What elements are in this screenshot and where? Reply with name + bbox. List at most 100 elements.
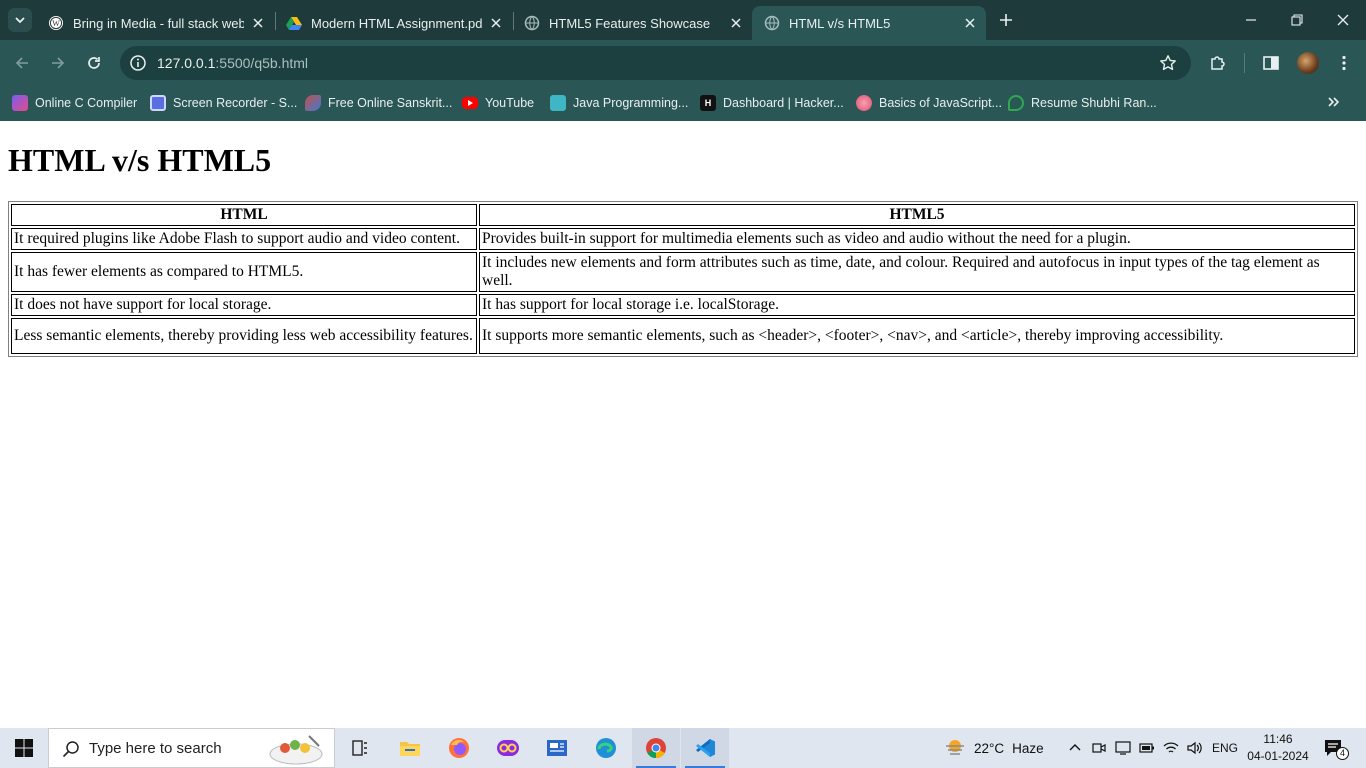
windows-start-icon[interactable] [14,738,34,758]
close-icon[interactable] [250,15,266,31]
restore-button[interactable] [1287,10,1307,30]
vscode-icon [696,739,715,757]
notification-center-button[interactable]: 4 [1324,738,1349,760]
reload-icon [88,57,100,69]
java-icon [550,95,566,111]
chrome-icon [646,738,666,759]
browser-toolbar: 127.0.0.1:5500/q5b.html [0,40,1366,86]
copilot-app-button[interactable] [484,728,532,768]
bookmark-online-c-compiler[interactable]: Online C Compiler [12,93,137,113]
more-bookmarks-button[interactable] [1324,92,1344,112]
screen-recorder-icon [150,95,166,111]
chrome-button[interactable] [632,728,680,768]
tab-search-button[interactable] [8,8,32,32]
task-view-icon [352,740,367,756]
table-cell: It supports more semantic elements, such… [479,318,1355,354]
bookmark-label: YouTube [485,96,535,110]
page-title: HTML v/s HTML5 [8,142,272,178]
notification-count: 4 [1336,747,1349,760]
table-cell: It has fewer elements as compared to HTM… [11,252,477,292]
file-explorer-button[interactable] [386,728,434,768]
bookmark-youtube[interactable]: YouTube [462,93,534,113]
bookmark-screen-recorder[interactable]: Screen Recorder - S... [150,93,297,113]
tab-title: HTML5 Features Showcase [549,15,711,31]
compiler-icon [12,95,28,111]
clock-date: 04-01-2024 [1247,749,1309,763]
weather-widget[interactable]: 22°C Haze [944,738,1044,758]
puzzle-icon [1211,56,1225,70]
close-icon[interactable] [962,15,978,31]
wifi-tray[interactable] [1162,738,1180,758]
table-row: It does not have support for local stora… [11,294,1355,316]
tab-bring-in-media[interactable]: W Bring in Media - full stack web d [36,6,274,40]
minimize-button[interactable] [1241,10,1261,30]
bookmark-star-icon[interactable] [1159,54,1177,72]
profile-avatar[interactable] [1297,52,1319,74]
double-chevron-right-icon [1328,97,1340,107]
bookmark-label: Online C Compiler [35,96,138,110]
close-window-button[interactable] [1333,10,1353,30]
tab-title: HTML v/s HTML5 [789,15,891,31]
file-explorer-icon [400,742,420,756]
side-panel-button[interactable] [1260,52,1282,74]
volume-tray[interactable] [1186,738,1204,758]
svg-text:W: W [52,19,60,28]
url-host: 127.0.0.1 [157,55,216,71]
table-header-row: HTML HTML5 [11,204,1355,226]
extensions-button[interactable] [1207,52,1229,74]
wifi-icon [1163,742,1179,753]
show-hidden-icons-button[interactable] [1066,738,1084,758]
news-app-button[interactable] [533,728,581,768]
language-indicator[interactable]: ENG [1212,738,1238,758]
table-row: It has fewer elements as compared to HTM… [11,252,1355,292]
arrow-right-icon [52,57,65,69]
bookmark-hackerrank-dashboard[interactable]: H Dashboard | Hacker... [700,93,844,113]
globe-icon [764,15,780,31]
url-text[interactable]: 127.0.0.1:5500/q5b.html [157,55,308,71]
display-tray[interactable] [1114,738,1132,758]
url-path: :5500/q5b.html [215,55,309,71]
close-icon[interactable] [488,15,504,31]
meet-now-tray[interactable] [1090,738,1108,758]
plus-icon [1000,14,1012,26]
back-button[interactable] [11,52,33,74]
bookmark-label: Dashboard | Hacker... [723,96,844,110]
battery-icon [1139,743,1154,753]
bookmark-basics-of-javascript[interactable]: Basics of JavaScript... [856,93,1002,113]
edge-icon [596,738,616,758]
firefox-button[interactable] [435,728,483,768]
taskbar-clock[interactable]: 11:46 04-01-2024 [1243,731,1313,765]
copilot-icon [497,740,519,756]
table-cell: It includes new elements and form attrib… [479,252,1355,292]
new-tab-button[interactable] [996,10,1016,30]
table-row: Less semantic elements, thereby providin… [11,318,1355,354]
table-cell: It required plugins like Adobe Flash to … [11,228,477,250]
speaker-icon [1187,741,1202,755]
tab-html5-features-showcase[interactable]: HTML5 Features Showcase [512,6,752,40]
vscode-button[interactable] [681,728,729,768]
sanskrit-icon [305,95,321,111]
reload-button[interactable] [83,52,105,74]
bookmark-java-programming[interactable]: Java Programming... [550,93,688,113]
bookmark-label: Java Programming... [573,96,689,110]
table-row: It required plugins like Adobe Flash to … [11,228,1355,250]
search-placeholder: Type here to search [89,740,222,757]
address-bar[interactable]: 127.0.0.1:5500/q5b.html [120,46,1191,80]
bookmarks-bar: Online C Compiler Screen Recorder - S...… [0,86,1366,121]
taskbar-search-box[interactable]: Type here to search [48,728,335,768]
task-view-button[interactable] [336,728,384,768]
edge-button[interactable] [582,728,630,768]
arrow-left-icon [15,57,28,69]
battery-tray[interactable] [1138,738,1156,758]
info-icon[interactable] [129,54,147,72]
forward-button[interactable] [47,52,69,74]
clock-time: 11:46 [1263,732,1293,746]
globe-icon [524,15,540,31]
bookmark-resume[interactable]: Resume Shubhi Ran... [1008,93,1157,113]
google-drive-icon [286,15,302,31]
bookmark-sanskrit[interactable]: Free Online Sanskrit... [305,93,452,113]
tab-html-vs-html5[interactable]: HTML v/s HTML5 [752,6,986,40]
browser-menu-button[interactable] [1333,52,1355,74]
close-icon[interactable] [728,15,744,31]
tab-modern-html-assignment[interactable]: Modern HTML Assignment.pdf [274,6,512,40]
